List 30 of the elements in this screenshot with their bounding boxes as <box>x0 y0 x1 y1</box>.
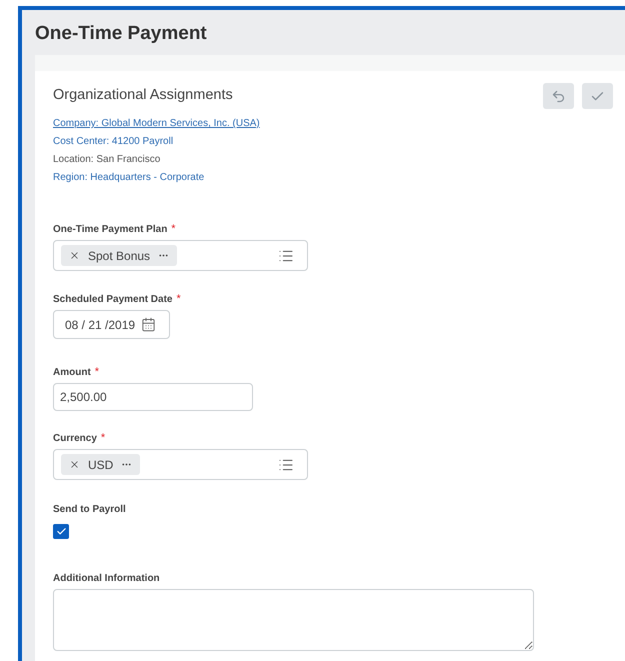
undo-icon <box>551 88 566 104</box>
field-label: Scheduled Payment Date <box>53 293 172 307</box>
detail-link[interactable]: Company: Global Modern Services, Inc. (USA) <box>53 117 260 131</box>
field-label: Additional Information <box>53 572 160 586</box>
date-field[interactable]: 08 / 21 /2019 <box>53 310 170 339</box>
field-label: One-Time Payment Plan <box>53 223 168 237</box>
field-label: Currency <box>53 432 97 446</box>
detail-link[interactable]: Cost Center: 41200 Payroll <box>53 135 174 149</box>
check-icon <box>56 526 66 537</box>
remove-icon[interactable] <box>69 459 80 470</box>
checkbox[interactable] <box>53 524 69 539</box>
date-value: 08 / 21 /2019 <box>65 316 136 334</box>
required-mark: * <box>94 367 100 378</box>
required-mark: * <box>176 294 181 305</box>
required-mark: * <box>100 433 106 444</box>
field-label: Amount <box>53 366 91 380</box>
remove-icon[interactable] <box>69 250 80 261</box>
select-field[interactable]: Spot Bonus <box>53 240 308 271</box>
detail-text: Location: San Francisco <box>53 153 160 167</box>
check-button[interactable] <box>582 83 613 109</box>
section-title: Organizational Assignments <box>53 86 233 106</box>
select-field[interactable]: USD <box>53 449 308 480</box>
required-mark: * <box>171 224 176 235</box>
field-label: Send to Payroll <box>53 503 127 517</box>
detail-link[interactable]: Region: Headquarters - Corporate <box>53 171 204 185</box>
amount-field[interactable]: 2,500.00 <box>53 383 253 411</box>
page-title: One-Time Payment <box>34 22 208 46</box>
pill-text: USD <box>88 456 114 474</box>
pill-text: Spot Bonus <box>88 248 150 264</box>
calendar-icon[interactable] <box>141 317 156 332</box>
